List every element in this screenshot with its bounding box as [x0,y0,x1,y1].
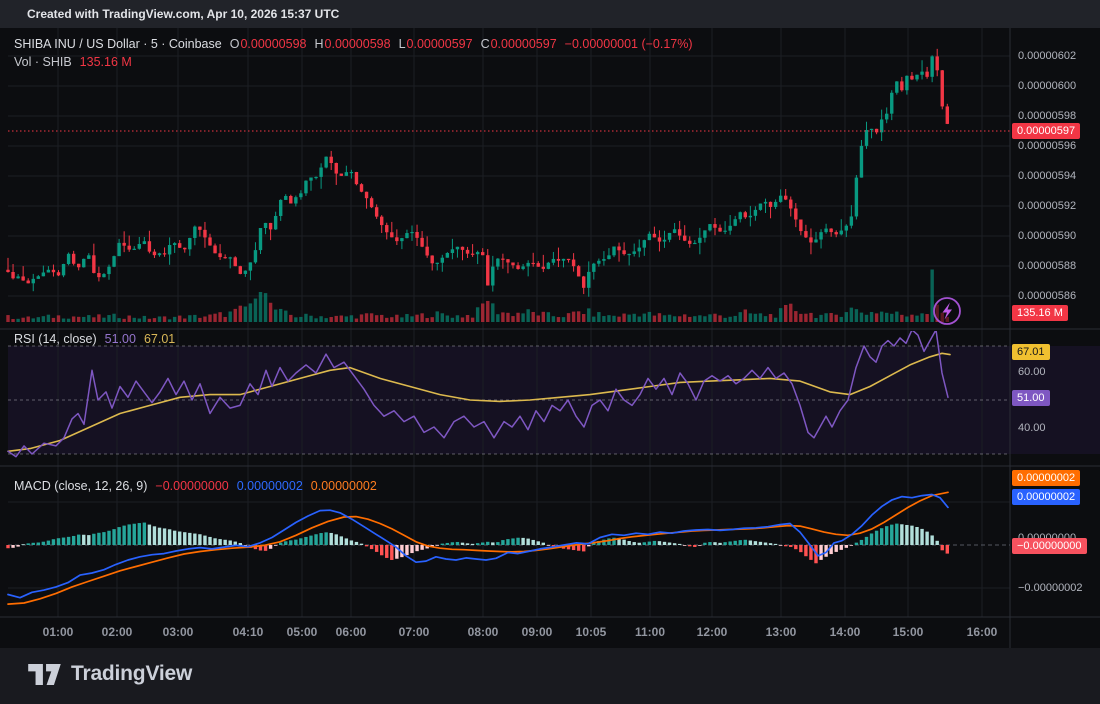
change-value: −0.00000001 (−0.17%) [565,36,693,52]
low-value: L0.00000597 [399,36,473,52]
time-tick-label: 02:00 [102,625,133,639]
tradingview-logo[interactable]: TradingView [28,662,192,686]
time-tick-label: 06:00 [336,625,367,639]
time-tick-label: 03:00 [163,625,194,639]
tradingview-logo-text: TradingView [71,662,192,686]
rsi-row: RSI (14, close) 51.00 67.01 [14,331,175,347]
time-tick-label: 14:00 [830,625,861,639]
time-tick-label: 04:10 [233,625,264,639]
rsi-ma-badge: 67.01 [1012,344,1050,360]
rsi-ma-value: 67.01 [144,331,175,347]
macd-signal-badge: 0.00000002 [1012,470,1080,486]
axis-label: −0.00000002 [1018,582,1083,594]
symbol-ohlc-row: SHIBA INU / US Dollar · 5 · Coinbase O0.… [14,36,693,52]
axis-label: 40.00 [1018,422,1046,434]
axis-label: 60.00 [1018,366,1046,378]
volume-label: Vol · SHIB [14,54,72,70]
tradingview-logo-icon [28,664,62,685]
axis-label: 0.00000602 [1018,50,1076,62]
time-axis[interactable]: 01:00 02:00 03:00 04:10 05:00 06:00 07:00 08:00… [0,617,1010,648]
macd-hist-badge: −0.00000000 [1012,538,1087,554]
chart-canvas[interactable] [0,0,1100,704]
axis-label: 0.00000594 [1018,170,1076,182]
axis-label: 0.00000590 [1018,230,1076,242]
axis-label: 0.00000588 [1018,260,1076,272]
axis-label: 0.00000586 [1018,290,1076,302]
volume-value: 135.16 M [80,54,132,70]
macd-signal-value: 0.00000002 [311,478,377,494]
last-price-badge: 0.00000597 [1012,123,1080,139]
macd-title: MACD (close, 12, 26, 9) [14,478,147,494]
volume-row: Vol · SHIB 135.16 M [14,54,693,70]
time-tick-label: 10:05 [576,625,607,639]
rsi-value: 51.00 [105,331,136,347]
time-tick-label: 16:00 [967,625,998,639]
time-tick-label: 08:00 [468,625,499,639]
axis-label: 0.00000592 [1018,200,1076,212]
quick-trade-button[interactable] [934,298,960,324]
time-tick-label: 05:00 [287,625,318,639]
high-value: H0.00000598 [315,36,391,52]
rsi-value-badge: 51.00 [1012,390,1050,406]
footer-bar: TradingView [0,648,1100,704]
axis-label: 0.00000600 [1018,80,1076,92]
symbol-title[interactable]: SHIBA INU / US Dollar · 5 · Coinbase [14,36,222,52]
macd-hist-value: −0.00000000 [155,478,228,494]
time-tick-label: 07:00 [399,625,430,639]
time-tick-label: 12:00 [697,625,728,639]
time-tick-label: 01:00 [43,625,74,639]
close-value: C0.00000597 [481,36,557,52]
macd-row: MACD (close, 12, 26, 9) −0.00000000 0.00… [14,478,377,494]
rsi-title: RSI (14, close) [14,331,97,347]
time-tick-label: 11:00 [635,625,665,639]
axis-label: 0.00000598 [1018,110,1076,122]
macd-line-value: 0.00000002 [237,478,303,494]
time-tick-label: 15:00 [893,625,924,639]
tradingview-chart-window: Created with TradingView.com, Apr 10, 20… [0,0,1100,704]
volume-badge: 135.16 M [1012,305,1068,321]
rsi-legend[interactable]: RSI (14, close) 51.00 67.01 [14,331,175,347]
open-value: O0.00000598 [230,36,307,52]
macd-legend[interactable]: MACD (close, 12, 26, 9) −0.00000000 0.00… [14,478,377,494]
time-tick-label: 13:00 [766,625,797,639]
main-series-legend[interactable]: SHIBA INU / US Dollar · 5 · Coinbase O0.… [14,36,693,70]
macd-value-badge: 0.00000002 [1012,489,1080,505]
price-axis[interactable]: 0.00000602 0.00000600 0.00000598 0.00000596… [1010,28,1100,648]
time-tick-label: 09:00 [522,625,553,639]
axis-label: 0.00000596 [1018,140,1076,152]
